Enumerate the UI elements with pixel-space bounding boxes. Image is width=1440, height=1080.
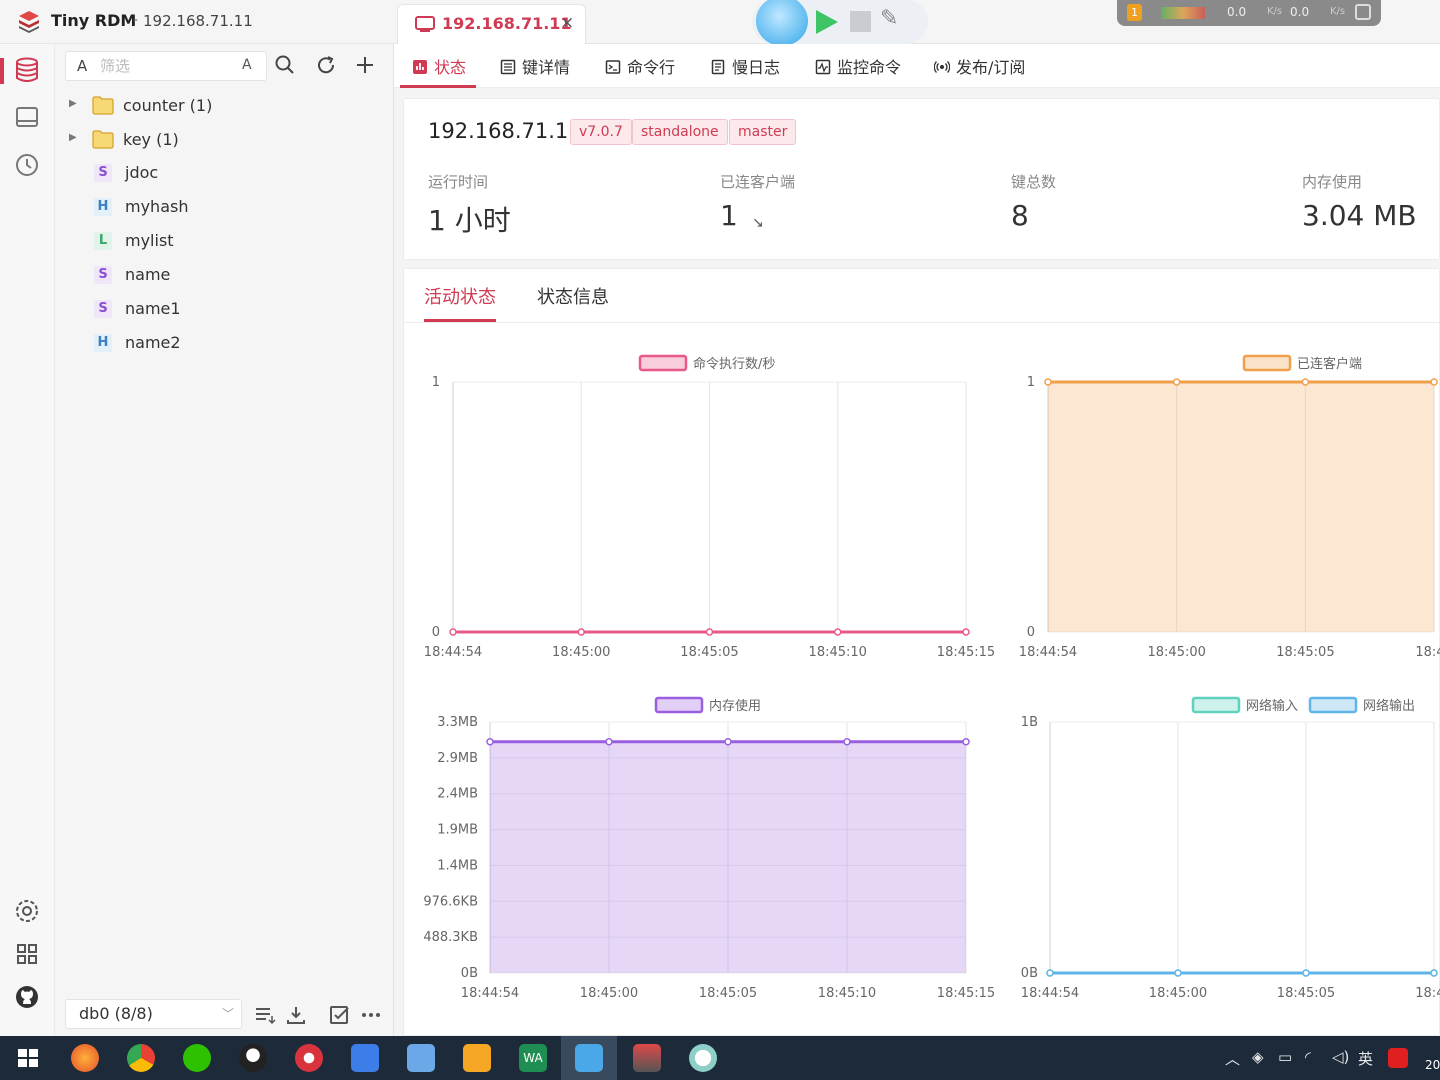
- legend-swatch: [638, 354, 688, 372]
- legend-label: 网络输出: [1363, 698, 1415, 714]
- x-tick-label: 18:44:54: [1021, 986, 1079, 1001]
- x-tick-label: 18:45:05: [1277, 986, 1335, 1001]
- y-tick-label: 1: [1027, 375, 1035, 390]
- y-tick-label: 1.9MB: [437, 823, 478, 838]
- series-area-内存使用: [490, 741, 966, 973]
- tiny-rdm-taskbar-icon[interactable]: [633, 1044, 661, 1072]
- wifi-icon[interactable]: ◜: [1305, 1048, 1311, 1066]
- data-point: [1430, 969, 1438, 977]
- y-tick-label: 1: [432, 375, 440, 390]
- volume-icon[interactable]: ◁): [1332, 1048, 1349, 1066]
- x-tick-label: 18:45: [1415, 645, 1440, 660]
- x-tick-label: 18:44:54: [424, 645, 482, 660]
- y-tick-label: 0: [432, 625, 440, 640]
- y-tick-label: 0B: [1021, 966, 1038, 981]
- x-tick-label: 18:45: [1415, 986, 1440, 1001]
- series-area-已连客户端: [1048, 382, 1435, 632]
- legend-swatch: [1191, 696, 1241, 714]
- data-point: [1172, 378, 1181, 386]
- legend-swatch: [1242, 354, 1292, 372]
- legend-label: 内存使用: [709, 698, 761, 714]
- x-tick-label: 18:45:00: [552, 645, 610, 660]
- x-tick-label: 18:44:54: [461, 986, 519, 1001]
- shield-icon[interactable]: ◈: [1252, 1048, 1264, 1066]
- data-point: [577, 628, 585, 636]
- tray-expand-icon[interactable]: ︿: [1225, 1048, 1240, 1069]
- chrome-icon[interactable]: [127, 1044, 155, 1072]
- legend-label: 网络输入: [1246, 698, 1298, 714]
- y-tick-label: 976.6KB: [423, 894, 478, 909]
- x-tick-label: 18:45:05: [699, 986, 757, 1001]
- windows-start-icon[interactable]: [14, 1044, 42, 1072]
- y-tick-label: 1.4MB: [437, 858, 478, 873]
- y-tick-label: 1B: [1021, 715, 1038, 730]
- clock: 20: [1425, 1058, 1440, 1072]
- y-tick-label: 0B: [461, 966, 478, 981]
- taskbar: WA ︿ ◈ ▭ ◜ ◁) 英 20: [0, 1036, 1440, 1080]
- sogou-ime-icon[interactable]: [1388, 1048, 1408, 1068]
- y-tick-label: 488.3KB: [423, 930, 478, 945]
- legend-swatch: [654, 696, 704, 714]
- x-tick-label: 18:45:10: [818, 986, 876, 1001]
- data-point: [449, 628, 457, 636]
- data-point: [1046, 969, 1054, 977]
- wa-app-icon[interactable]: WA: [519, 1044, 547, 1072]
- charts-svg: 18:44:54 18:45:00 18:45:05 18:45:10 18:45:15…: [423, 354, 1440, 1001]
- qq-icon[interactable]: [239, 1044, 267, 1072]
- data-point: [605, 738, 613, 746]
- data-point: [724, 738, 732, 746]
- legend-swatch: [1308, 696, 1358, 714]
- y-tick-label: 2.4MB: [437, 787, 478, 802]
- data-point: [1044, 378, 1052, 386]
- x-tick-label: 18:44:54: [1019, 645, 1077, 660]
- data-point: [1301, 378, 1310, 386]
- x-tick-label: 18:45:15: [937, 645, 995, 660]
- app-window-icon[interactable]: [463, 1044, 491, 1072]
- data-point: [843, 738, 851, 746]
- data-point: [486, 738, 494, 746]
- data-point: [1174, 969, 1182, 977]
- x-tick-label: 18:45:10: [809, 645, 867, 660]
- remote-desktop-icon[interactable]: [407, 1044, 435, 1072]
- firefox-icon[interactable]: [71, 1044, 99, 1072]
- feishu-icon[interactable]: [351, 1044, 379, 1072]
- wechat-icon[interactable]: [183, 1044, 211, 1072]
- data-point: [1302, 969, 1310, 977]
- x-tick-label: 18:45:15: [937, 986, 995, 1001]
- y-tick-label: 2.9MB: [437, 751, 478, 766]
- gear-app-icon[interactable]: [689, 1044, 717, 1072]
- y-tick-label: 3.3MB: [437, 715, 478, 730]
- x-tick-label: 18:45:05: [680, 645, 738, 660]
- legend-label: 已连客户端: [1297, 356, 1362, 372]
- battery-icon[interactable]: ▭: [1278, 1048, 1292, 1066]
- data-point: [962, 738, 970, 746]
- legend-label: 命令执行数/秒: [693, 356, 775, 372]
- x-tick-label: 18:45:00: [580, 986, 638, 1001]
- data-point: [834, 628, 842, 636]
- x-tick-label: 18:45:00: [1149, 986, 1207, 1001]
- data-point: [962, 628, 970, 636]
- input-lang-indicator[interactable]: 英: [1358, 1048, 1373, 1069]
- snail-app-icon[interactable]: [295, 1044, 323, 1072]
- data-point: [705, 628, 714, 636]
- y-tick-label: 0: [1027, 625, 1035, 640]
- x-tick-label: 18:45:05: [1276, 645, 1334, 660]
- x-tick-label: 18:45:00: [1148, 645, 1206, 660]
- data-point: [1430, 378, 1438, 386]
- media-player-icon[interactable]: [575, 1044, 603, 1072]
